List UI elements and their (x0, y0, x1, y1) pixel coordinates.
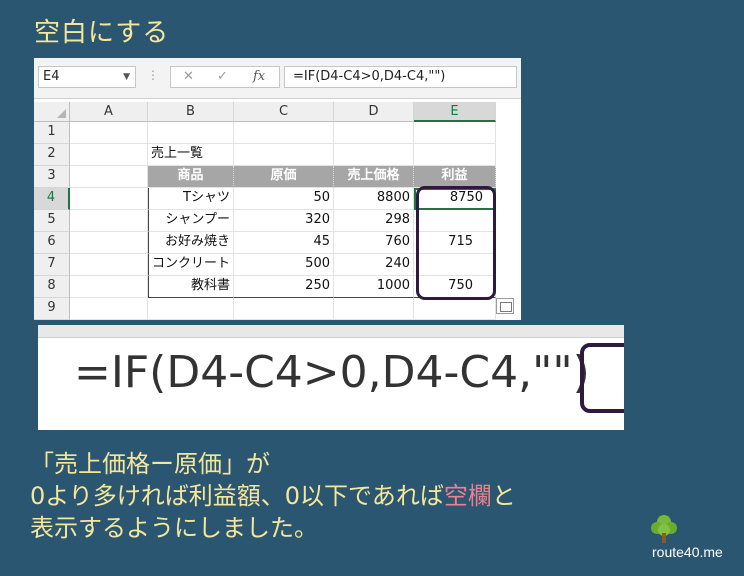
fx-icon[interactable]: fx (253, 67, 265, 87)
caption-line-3: 表示するようにしました。 (30, 514, 318, 542)
cell-a4[interactable] (70, 188, 148, 210)
tree-logo-icon (651, 515, 677, 543)
column-header-b[interactable]: B (148, 102, 234, 122)
page-title: 空白にする (34, 18, 170, 48)
zoom-formula-bar-edge (38, 325, 624, 338)
column-header-d[interactable]: D (334, 102, 414, 122)
cell-b1[interactable] (148, 122, 234, 144)
column-header-a[interactable]: A (70, 102, 148, 122)
row-header-1[interactable]: 1 (34, 122, 70, 144)
drag-handle-icon: ⋮ (147, 68, 159, 82)
cell-c2[interactable] (234, 144, 334, 166)
column-header-c[interactable]: C (234, 102, 334, 122)
caption-highlight: 空欄 (443, 482, 492, 510)
row-header-8[interactable]: 8 (34, 276, 70, 298)
table-row-cost[interactable]: 500 (234, 254, 334, 276)
row-header-6[interactable]: 6 (34, 232, 70, 254)
zoomed-formula-panel: =IF(D4-C4>0,D4-C4,"") (38, 325, 624, 430)
caption-text: 「売上価格ー原価」が 0より多ければ利益額、0以下であれば空欄と 表示するように… (30, 448, 516, 544)
chevron-down-icon[interactable]: ▼ (123, 67, 130, 87)
table-header-product[interactable]: 商品 (148, 166, 234, 188)
cell-a3[interactable] (70, 166, 148, 188)
cell-d1[interactable] (334, 122, 414, 144)
cell-c9[interactable] (234, 298, 334, 320)
row-header-5[interactable]: 5 (34, 210, 70, 232)
caption-line-2: 0より多ければ利益額、0以下であれば空欄と (30, 480, 516, 512)
table-row-product[interactable]: シャンプー (148, 210, 234, 232)
table-row-product[interactable]: 教科書 (148, 276, 234, 298)
table-row-cost[interactable]: 320 (234, 210, 334, 232)
caption-line-2-a: 0より多ければ利益額、0以下であれば (30, 482, 444, 510)
empty-string-callout (580, 343, 624, 413)
cell-a8[interactable] (70, 276, 148, 298)
cell-a5[interactable] (70, 210, 148, 232)
table-row-price[interactable]: 298 (334, 210, 414, 232)
cancel-icon[interactable]: ✕ (183, 67, 194, 87)
cell-a6[interactable] (70, 232, 148, 254)
brand-name: route40.me (652, 544, 723, 560)
name-box[interactable]: E4 ▼ (38, 66, 136, 88)
table-row-product[interactable]: お好み焼き (148, 232, 234, 254)
excel-screenshot: E4 ▼ ⋮ ✕ ✓ fx =IF(D4-C4>0,D4-C4,"") A B … (34, 58, 521, 320)
table-row-cost[interactable]: 45 (234, 232, 334, 254)
name-box-value: E4 (43, 69, 60, 84)
cell-e2[interactable] (414, 144, 496, 166)
cell-b2[interactable]: 売上一覧 (148, 144, 234, 166)
row-header-4[interactable]: 4 (34, 188, 70, 210)
cell-d9[interactable] (334, 298, 414, 320)
zoomed-formula-text: =IF(D4-C4>0,D4-C4,"") (74, 347, 590, 398)
select-all-corner[interactable] (34, 102, 70, 122)
cell-c1[interactable] (234, 122, 334, 144)
row-header-7[interactable]: 7 (34, 254, 70, 276)
table-header-profit[interactable]: 利益 (414, 166, 496, 188)
cell-a9[interactable] (70, 298, 148, 320)
row-header-9[interactable]: 9 (34, 298, 70, 320)
formula-buttons: ✕ ✓ fx (170, 66, 280, 88)
table-row-product[interactable]: コンクリート (148, 254, 234, 276)
table-row-cost[interactable]: 250 (234, 276, 334, 298)
table-header-price[interactable]: 売上価格 (334, 166, 414, 188)
formula-bar: E4 ▼ ⋮ ✕ ✓ fx =IF(D4-C4>0,D4-C4,"") (34, 58, 521, 99)
table-row-product[interactable]: Tシャツ (148, 188, 234, 210)
row-header-3[interactable]: 3 (34, 166, 70, 188)
table-row-price[interactable]: 1000 (334, 276, 414, 298)
caption-line-1: 「売上価格ー原価」が (30, 450, 270, 478)
cell-b9[interactable] (148, 298, 234, 320)
check-icon[interactable]: ✓ (217, 67, 228, 87)
cell-e9[interactable] (414, 298, 496, 320)
cell-d2[interactable] (334, 144, 414, 166)
profit-column-callout (416, 186, 496, 300)
row-header-2[interactable]: 2 (34, 144, 70, 166)
table-row-price[interactable]: 240 (334, 254, 414, 276)
cell-a2[interactable] (70, 144, 148, 166)
quick-analysis-icon[interactable] (496, 298, 514, 314)
table-row-cost[interactable]: 50 (234, 188, 334, 210)
table-row-price[interactable]: 760 (334, 232, 414, 254)
cell-a1[interactable] (70, 122, 148, 144)
column-header-e[interactable]: E (414, 102, 496, 122)
table-header-cost[interactable]: 原価 (234, 166, 334, 188)
table-row-price[interactable]: 8800 (334, 188, 414, 210)
caption-line-2-b: と (491, 482, 516, 510)
cell-a7[interactable] (70, 254, 148, 276)
formula-input[interactable]: =IF(D4-C4>0,D4-C4,"") (284, 66, 517, 88)
cell-e1[interactable] (414, 122, 496, 144)
